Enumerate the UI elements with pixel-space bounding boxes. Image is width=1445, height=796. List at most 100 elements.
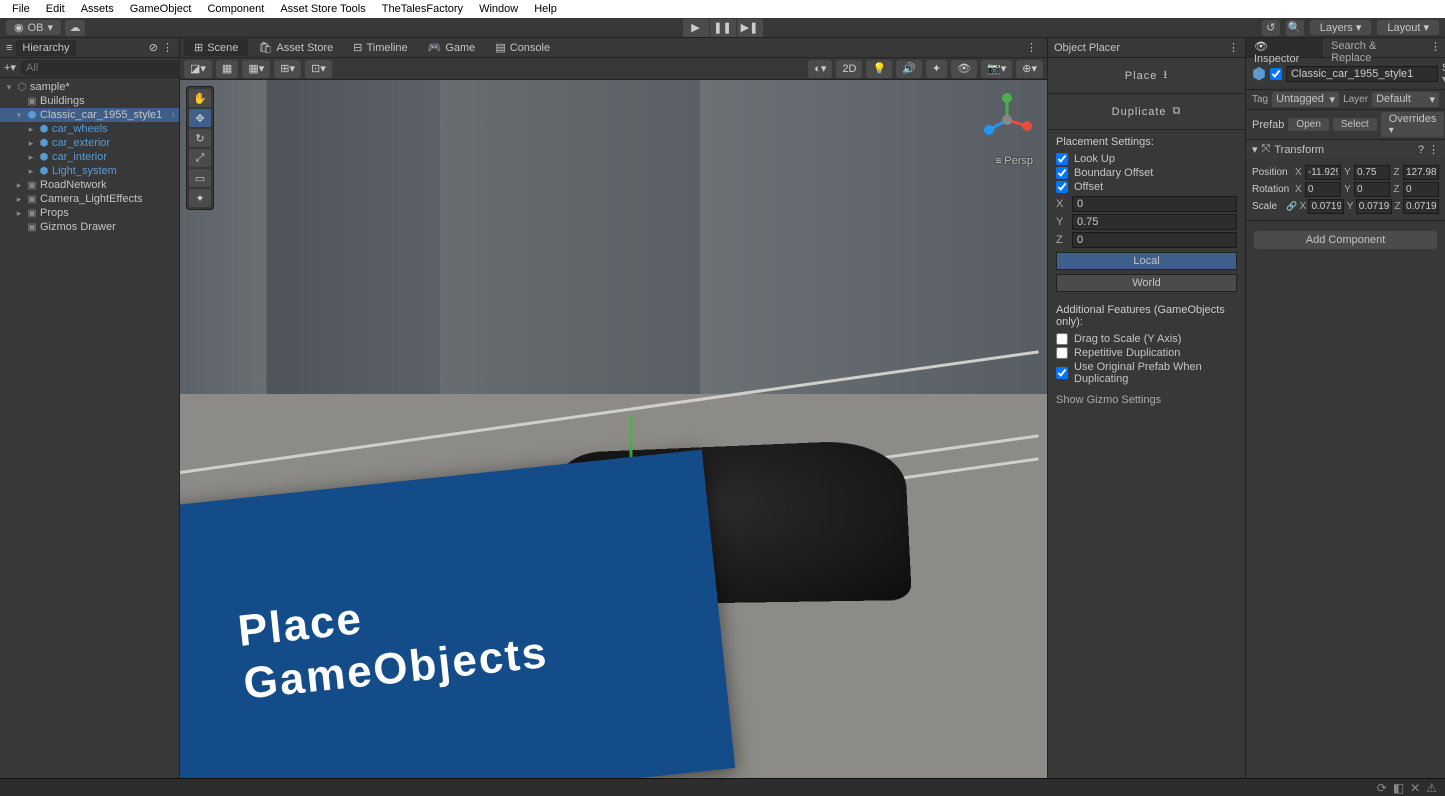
status-icon-1[interactable]: ⟳ — [1377, 781, 1387, 795]
tab-console[interactable]: ▤Console — [485, 39, 560, 56]
camera-settings[interactable]: 📷▾ — [981, 60, 1012, 78]
position-z-input[interactable] — [1403, 165, 1439, 180]
menu-assets[interactable]: Assets — [73, 1, 122, 17]
offset-x-input[interactable] — [1072, 196, 1237, 212]
menu-window[interactable]: Window — [471, 1, 526, 17]
duplicate-button[interactable]: Duplicate⧉ — [1048, 94, 1245, 130]
placer-tab[interactable]: Object Placer — [1054, 42, 1120, 54]
hierarchy-tab[interactable]: Hierarchy — [16, 40, 75, 56]
inspector-tab[interactable]: 👁 Inspector — [1246, 38, 1323, 57]
menu-gameobject[interactable]: GameObject — [122, 1, 200, 17]
placer-menu-icon[interactable]: ⋮ — [1228, 41, 1239, 54]
draw-mode[interactable]: ▦ — [216, 60, 238, 78]
tree-item-car-interior[interactable]: ▸⬢car_interior — [0, 150, 179, 164]
inspector-menu-icon[interactable]: ⋮ — [1426, 38, 1445, 57]
scene-viewport[interactable]: ✋ ✥ ↻ ⤢ ▭ ✦ — [180, 80, 1047, 778]
tree-item-gizmos-drawer[interactable]: ▣Gizmos Drawer — [0, 220, 179, 234]
layout-dropdown[interactable]: Layout ▾ — [1377, 20, 1439, 35]
menu-assetstoretools[interactable]: Asset Store Tools — [272, 1, 373, 17]
status-icon-3[interactable]: ✕ — [1410, 781, 1420, 795]
search-replace-tab[interactable]: Search & Replace — [1323, 38, 1426, 57]
prefab-select-button[interactable]: Select — [1333, 118, 1377, 131]
visibility-toggle[interactable]: 👁 — [951, 60, 977, 78]
show-gizmo-settings-link[interactable]: Show Gizmo Settings — [1056, 394, 1237, 406]
search-icon[interactable]: 🔍 — [1286, 20, 1304, 36]
play-button[interactable]: ▶ — [683, 19, 709, 37]
scale-y-input[interactable] — [1356, 199, 1392, 214]
active-checkbox[interactable] — [1270, 68, 1282, 80]
scale-tool[interactable]: ⤢ — [189, 149, 211, 167]
scale-x-input[interactable] — [1308, 199, 1344, 214]
status-icon-2[interactable]: ◧ — [1393, 781, 1404, 795]
snap-increment[interactable]: ⊡▾ — [305, 60, 332, 78]
undo-history-icon[interactable]: ↺ — [1262, 20, 1280, 36]
rotation-x-input[interactable] — [1305, 182, 1341, 197]
use-prefab-checkbox[interactable]: Use Original Prefab When Duplicating — [1056, 360, 1237, 386]
move-tool[interactable]: ✥ — [189, 109, 211, 127]
scale-link-icon[interactable]: 🔗 — [1286, 201, 1297, 212]
position-y-input[interactable] — [1354, 165, 1390, 180]
layer-dropdown[interactable]: Default▾ — [1372, 92, 1439, 107]
2d-toggle[interactable]: 2D — [836, 60, 862, 78]
prefab-overrides-dropdown[interactable]: Overrides ▾ — [1381, 112, 1445, 137]
lighting-toggle[interactable]: 💡 — [866, 60, 892, 78]
hierarchy-menu-icon[interactable]: ⋮ — [162, 41, 173, 54]
create-dropdown[interactable]: +▾ — [4, 61, 16, 74]
lookup-checkbox[interactable]: Look Up — [1056, 152, 1237, 166]
object-name-input[interactable] — [1286, 66, 1438, 82]
camera-dropdown[interactable]: ◐▾ — [808, 60, 832, 78]
offset-checkbox[interactable]: Offset — [1056, 180, 1237, 194]
repetitive-dup-checkbox[interactable]: Repetitive Duplication — [1056, 346, 1237, 360]
component-help-icon[interactable]: ? — [1418, 144, 1424, 156]
perspective-label[interactable]: ≡ Persp — [996, 155, 1033, 167]
rotation-y-input[interactable] — [1354, 182, 1390, 197]
tab-assetstore[interactable]: 🛍Asset Store — [248, 39, 343, 56]
rotation-z-input[interactable] — [1403, 182, 1439, 197]
layers-dropdown[interactable]: Layers ▾ — [1310, 20, 1372, 35]
expand-icon[interactable]: ▾ — [1252, 143, 1258, 156]
step-button[interactable]: ▶❚ — [737, 19, 763, 37]
center-menu-icon[interactable]: ⋮ — [1020, 41, 1043, 54]
menu-thetalesfactory[interactable]: TheTalesFactory — [374, 1, 471, 17]
boundary-offset-checkbox[interactable]: Boundary Offset — [1056, 166, 1237, 180]
hand-tool[interactable]: ✋ — [189, 89, 211, 107]
offset-z-input[interactable] — [1072, 232, 1237, 248]
menu-component[interactable]: Component — [199, 1, 272, 17]
tree-item-car-exterior[interactable]: ▸⬢car_exterior — [0, 136, 179, 150]
component-menu-icon[interactable]: ⋮ — [1428, 143, 1439, 156]
orientation-gizmo[interactable] — [977, 90, 1037, 150]
tab-timeline[interactable]: ⊟Timeline — [343, 39, 417, 56]
menu-file[interactable]: File — [4, 1, 38, 17]
tree-item-car-wheels[interactable]: ▸⬢car_wheels — [0, 122, 179, 136]
cloud-button[interactable]: ☁ — [65, 20, 85, 36]
rect-tool[interactable]: ▭ — [189, 169, 211, 187]
status-icon-4[interactable]: ⚠ — [1426, 781, 1437, 795]
tree-item-buildings[interactable]: ▣Buildings — [0, 94, 179, 108]
place-button[interactable]: Place⭳ — [1048, 58, 1245, 94]
tree-item-roadnetwork[interactable]: ▸▣RoadNetwork — [0, 178, 179, 192]
prefab-open-button[interactable]: Open — [1288, 118, 1328, 131]
tree-item-props[interactable]: ▸▣Props — [0, 206, 179, 220]
hierarchy-search-input[interactable] — [20, 60, 186, 76]
tree-item-light-system[interactable]: ▸⬢Light_system — [0, 164, 179, 178]
account-dropdown[interactable]: ◉ OB ▾ — [6, 20, 61, 35]
tree-item-classic-car-1955-style1[interactable]: ▾⬢Classic_car_1955_style1› — [0, 108, 179, 122]
audio-toggle[interactable]: 🔊 — [896, 60, 922, 78]
scale-z-input[interactable] — [1403, 199, 1439, 214]
gizmos-dropdown[interactable]: ⊕▾ — [1016, 60, 1043, 78]
drag-scale-checkbox[interactable]: Drag to Scale (Y Axis) — [1056, 332, 1237, 346]
position-x-input[interactable] — [1305, 165, 1341, 180]
tree-item-camera-lighteffects[interactable]: ▸▣Camera_LightEffects — [0, 192, 179, 206]
add-component-button[interactable]: Add Component — [1254, 231, 1437, 249]
grid-dropdown[interactable]: ▦▾ — [242, 60, 270, 78]
shading-dropdown[interactable]: ◪▾ — [184, 60, 212, 78]
offset-y-input[interactable] — [1072, 214, 1237, 230]
world-mode-button[interactable]: World — [1056, 274, 1237, 292]
tab-game[interactable]: 🎮Game — [418, 39, 486, 56]
menu-edit[interactable]: Edit — [38, 1, 73, 17]
tree-item-sample-[interactable]: ▾⬡sample* — [0, 80, 179, 94]
menu-help[interactable]: Help — [526, 1, 565, 17]
hierarchy-lock-icon[interactable]: ⊘ — [149, 41, 158, 54]
rotate-tool[interactable]: ↻ — [189, 129, 211, 147]
transform-tool[interactable]: ✦ — [189, 189, 211, 207]
